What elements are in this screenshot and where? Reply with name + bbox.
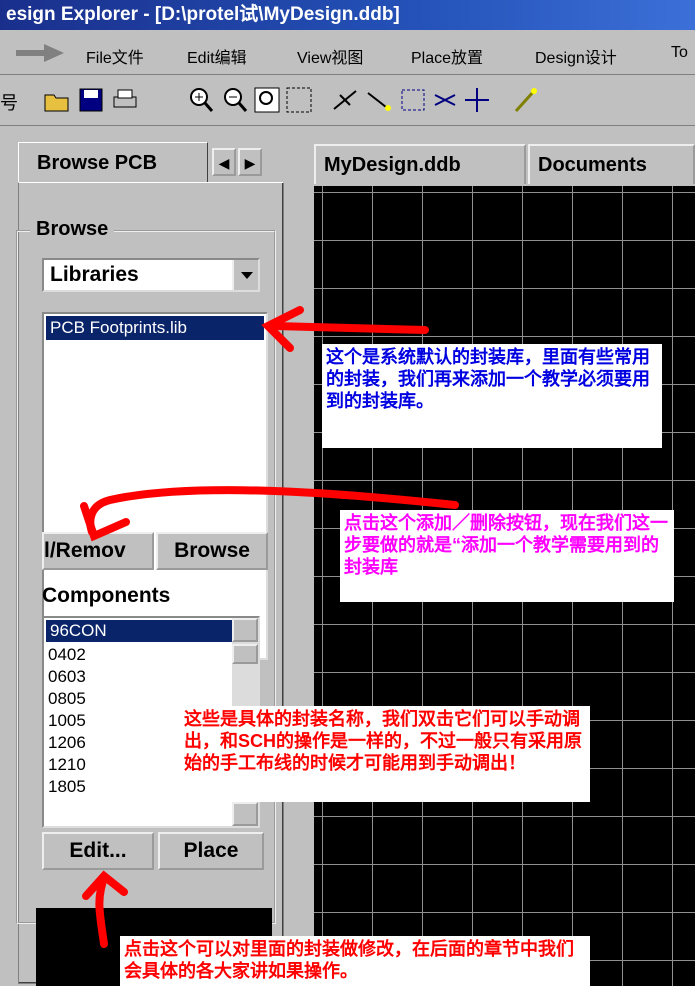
edit-note: 点击这个可以对里面的封装做修改，在后面的章节中我们会具体的各大家讲如果操作。 — [120, 936, 590, 986]
title-bar: esign Explorer - [D:\protel试\MyDesign.dd… — [0, 0, 695, 30]
menu-design[interactable]: Design设计 — [535, 44, 617, 68]
scroll-up-icon[interactable] — [232, 618, 258, 642]
tab-next-button[interactable]: ▶ — [238, 148, 262, 176]
select-area-icon[interactable] — [398, 85, 428, 115]
tab-mydesign[interactable]: MyDesign.ddb — [314, 144, 526, 184]
browse-panel: Browse PCB ◀ ▶ Browse Libraries PCB Foot… — [0, 126, 300, 986]
list-item[interactable]: 96CON — [46, 620, 256, 642]
cross-probe-icon[interactable] — [330, 85, 360, 115]
zoom-out-icon[interactable] — [220, 85, 250, 115]
place-button[interactable]: Place — [158, 832, 264, 870]
button-note: 点击这个添加／删除按钮，现在我们这一步要做的就是“添加一个教学需要用到的封装库 — [340, 510, 674, 602]
edit-button[interactable]: Edit... — [42, 832, 154, 870]
zoom-in-icon[interactable] — [186, 85, 216, 115]
open-folder-icon[interactable] — [42, 85, 72, 115]
toolbar: 号 — [0, 75, 695, 126]
components-note: 这些是具体的封装名称，我们双击它们可以手动调出，和SCH的操作是一样的，不过一般… — [180, 706, 590, 802]
browse-pcb-tab[interactable]: Browse PCB — [18, 142, 208, 182]
browse-type-value: Libraries — [50, 263, 139, 286]
move-icon[interactable] — [462, 85, 492, 115]
add-remove-button[interactable]: l/Remov — [42, 532, 154, 570]
browse-type-select[interactable]: Libraries — [42, 258, 260, 292]
document-arrow-icon — [16, 44, 64, 62]
list-item[interactable]: 0402 — [44, 644, 258, 666]
menu-view[interactable]: View视图 — [297, 44, 363, 68]
chevron-down-icon[interactable] — [232, 260, 258, 290]
toolbar-edge-glyph: 号 — [0, 93, 18, 113]
tab-documents[interactable]: Documents — [528, 144, 695, 184]
window-title: esign Explorer - [D:\protel试\MyDesign.dd… — [6, 4, 400, 25]
browse-button[interactable]: Browse — [156, 532, 268, 570]
library-item[interactable]: PCB Footprints.lib — [46, 316, 264, 340]
browse-group-label: Browse — [30, 218, 115, 241]
list-item[interactable]: 0603 — [44, 666, 258, 688]
print-icon[interactable] — [110, 85, 140, 115]
zoom-area-icon[interactable] — [252, 85, 282, 115]
library-note: 这个是系统默认的封装库，里面有些常用的封装，我们再来添加一个教学必须要用到的封装… — [322, 344, 662, 448]
route-icon[interactable] — [364, 85, 394, 115]
scroll-thumb[interactable] — [232, 644, 258, 664]
menu-place[interactable]: Place放置 — [411, 44, 483, 68]
zoom-fit-icon[interactable] — [284, 85, 314, 115]
wand-icon[interactable] — [510, 85, 540, 115]
menu-tools[interactable]: To — [671, 44, 688, 62]
components-label: Components — [42, 584, 171, 607]
document-tabs: MyDesign.ddb Documents — [314, 144, 695, 186]
deselect-icon[interactable] — [430, 85, 460, 115]
save-icon[interactable] — [76, 85, 106, 115]
menu-bar: File文件 Edit编辑 View视图 Place放置 Design设计 To — [0, 30, 695, 75]
scroll-down-icon[interactable] — [232, 802, 258, 826]
tab-prev-button[interactable]: ◀ — [212, 148, 236, 176]
menu-edit[interactable]: Edit编辑 — [187, 44, 247, 68]
menu-file[interactable]: File文件 — [86, 44, 144, 68]
